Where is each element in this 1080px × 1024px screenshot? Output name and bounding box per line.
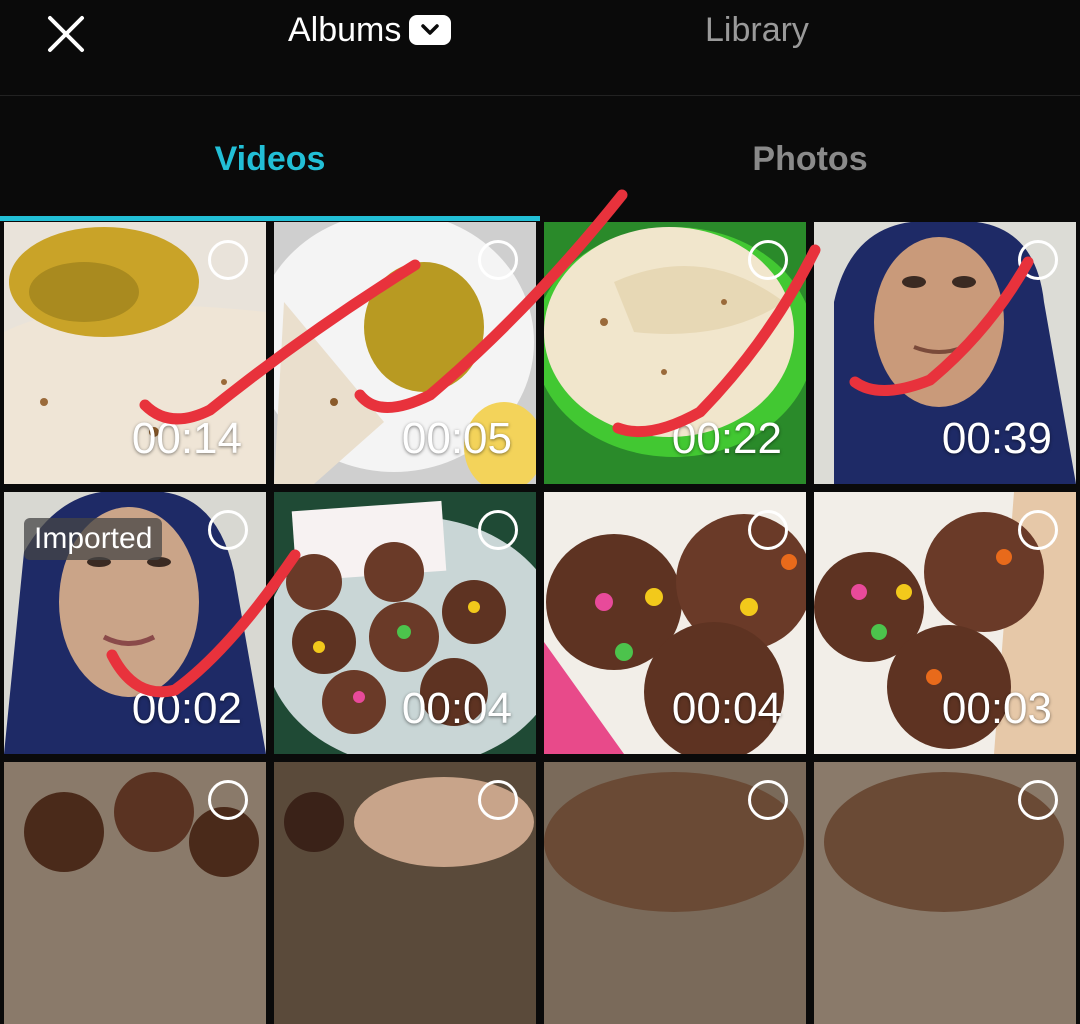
video-duration: 00:04 [401, 684, 512, 733]
albums-dropdown[interactable]: Albums [288, 8, 452, 52]
select-circle[interactable] [1018, 780, 1058, 820]
video-tile[interactable]: Imported 00:02 [4, 492, 266, 754]
select-circle[interactable] [478, 780, 518, 820]
select-circle[interactable] [208, 780, 248, 820]
video-tile[interactable]: 00:05 [274, 222, 536, 484]
video-duration: 00:39 [941, 414, 1052, 463]
select-circle[interactable] [208, 510, 248, 550]
video-tile[interactable] [544, 762, 806, 1024]
select-circle[interactable] [478, 240, 518, 280]
select-circle[interactable] [748, 240, 788, 280]
video-tile[interactable]: 00:03 [814, 492, 1076, 754]
close-button[interactable] [38, 10, 94, 58]
video-tile[interactable]: 00:04 [544, 492, 806, 754]
imported-badge: Imported [24, 518, 163, 560]
video-tile[interactable]: 00:14 [4, 222, 266, 484]
video-duration: 00:03 [941, 684, 1052, 733]
select-circle[interactable] [1018, 240, 1058, 280]
chevron-down-icon [409, 15, 452, 45]
media-tabs: Videos Photos [0, 96, 1080, 222]
video-duration: 00:22 [671, 414, 782, 463]
select-circle[interactable] [748, 510, 788, 550]
select-circle[interactable] [478, 510, 518, 550]
select-circle[interactable] [208, 240, 248, 280]
video-duration: 00:05 [401, 414, 512, 463]
video-tile[interactable]: 00:04 [274, 492, 536, 754]
video-duration: 00:04 [671, 684, 782, 733]
video-tile[interactable]: 00:22 [544, 222, 806, 484]
albums-label: Albums [288, 10, 402, 49]
video-grid: 00:14 00:05 00:22 00:39 Imported 00:02 0… [0, 222, 1080, 1024]
top-bar: Albums Library [0, 0, 1080, 96]
select-circle[interactable] [748, 780, 788, 820]
video-tile[interactable] [274, 762, 536, 1024]
video-duration: 00:14 [131, 414, 242, 463]
video-tile[interactable] [4, 762, 266, 1024]
video-tile[interactable]: 00:39 [814, 222, 1076, 484]
tab-photos[interactable]: Photos [540, 96, 1080, 222]
close-icon [48, 16, 84, 52]
tab-videos[interactable]: Videos [0, 96, 540, 222]
active-tab-indicator [0, 216, 540, 221]
video-tile[interactable] [814, 762, 1076, 1024]
library-button[interactable]: Library [705, 8, 809, 52]
select-circle[interactable] [1018, 510, 1058, 550]
video-duration: 00:02 [131, 684, 242, 733]
